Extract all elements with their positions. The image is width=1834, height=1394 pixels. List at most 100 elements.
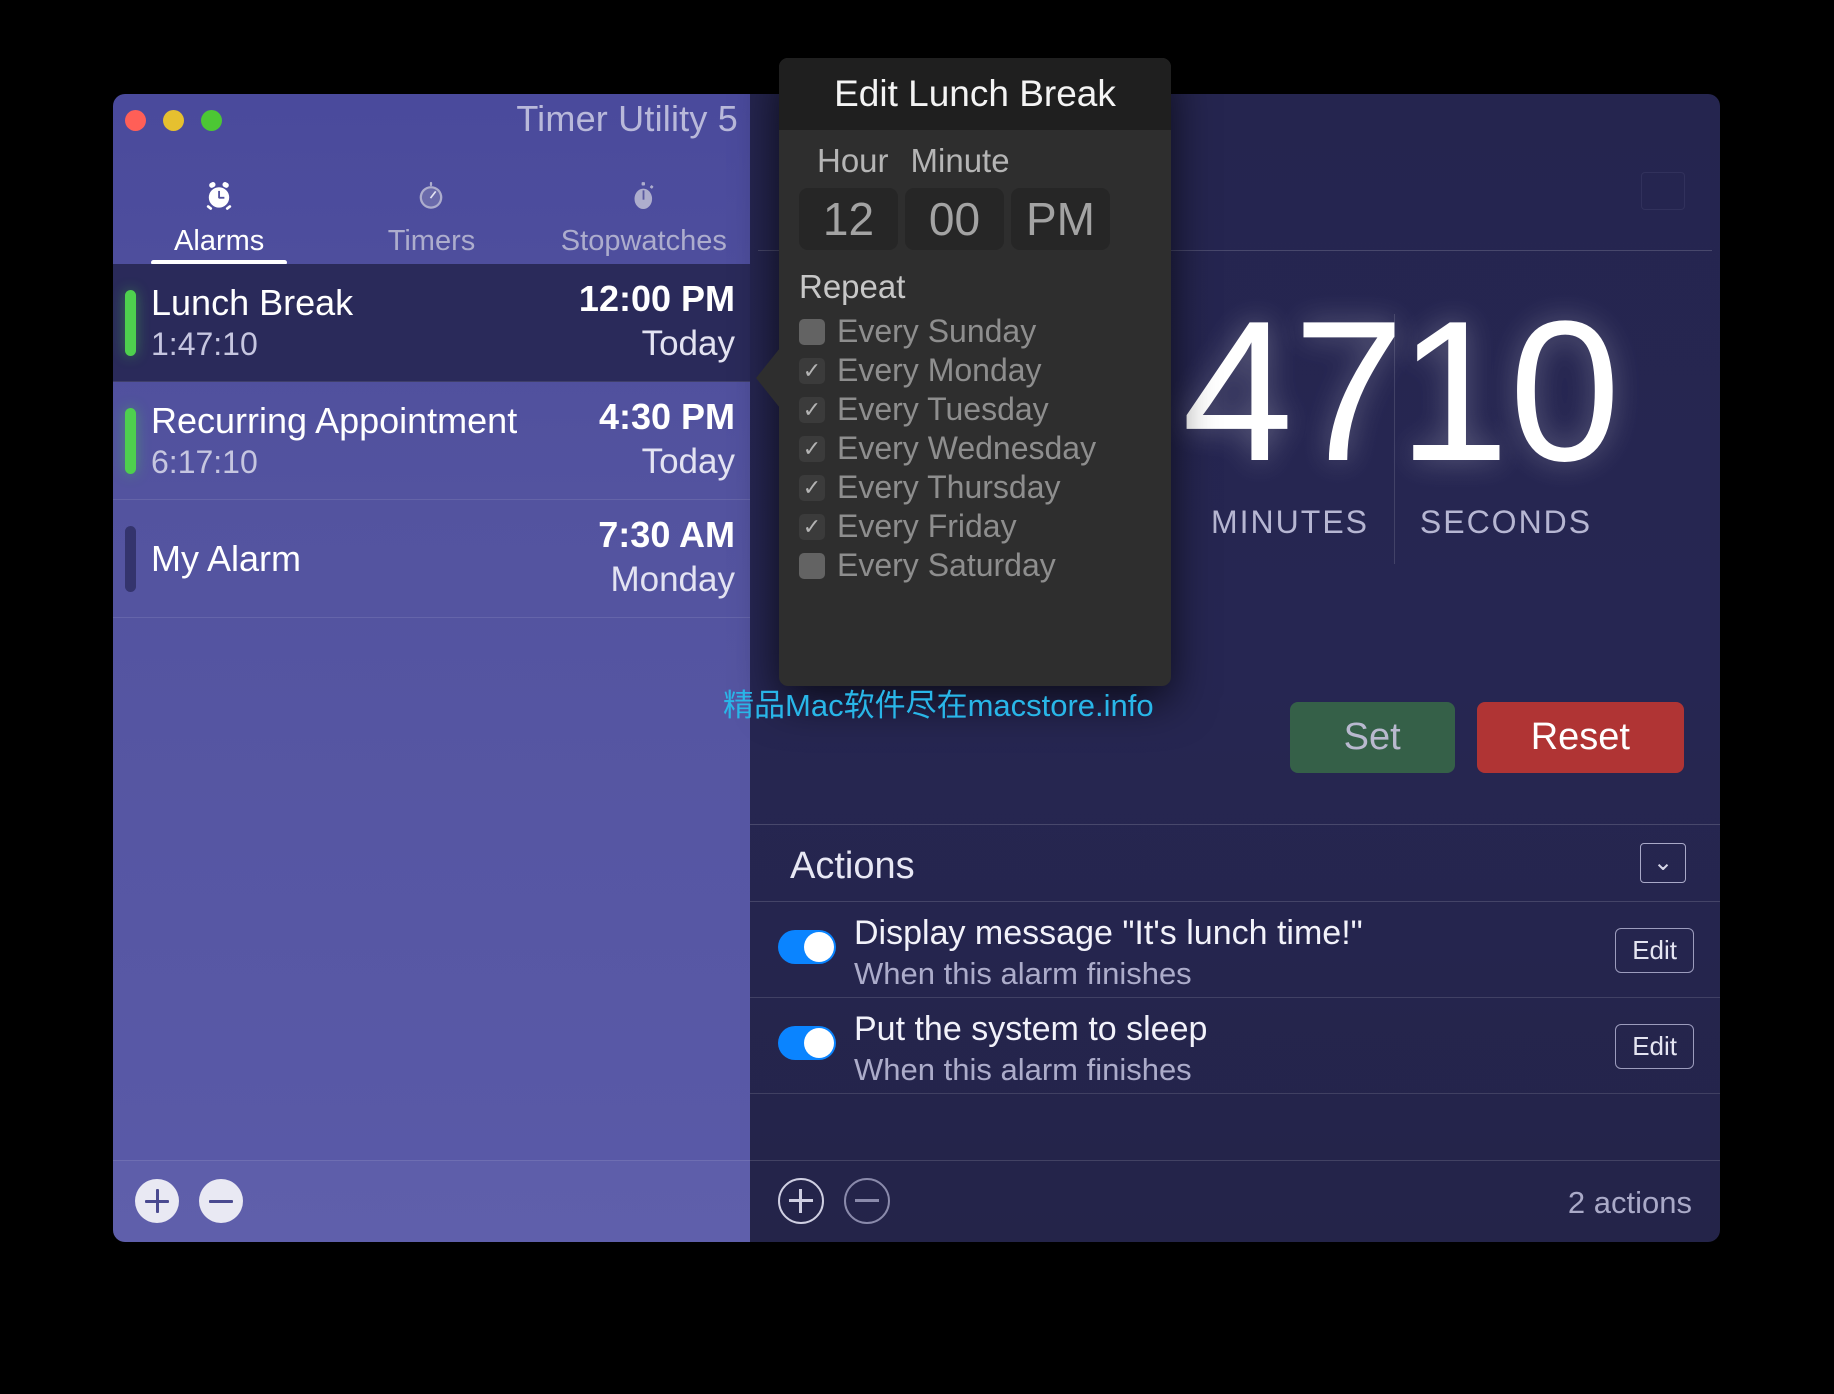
checkbox-checked[interactable]: ✓ [799,513,825,540]
check-icon: ✓ [802,513,822,539]
repeat-day-thursday[interactable]: ✓ Every Thursday [799,468,1151,507]
checkbox-checked[interactable]: ✓ [799,435,825,462]
remove-alarm-button[interactable] [199,1179,243,1223]
toggle-knob [804,932,834,962]
alarm-enabled-indicator[interactable] [125,290,136,356]
edit-action-button[interactable]: Edit [1615,928,1694,973]
alarm-countdown: 1:47:10 [151,326,258,362]
action-row-system-sleep[interactable]: Put the system to sleep When this alarm … [750,998,1720,1094]
action-row-display-message[interactable]: Display message "It's lunch time!" When … [750,902,1720,998]
maximize-window-button[interactable] [201,110,222,131]
repeat-day-sunday[interactable]: Every Sunday [799,312,1151,351]
actions-header: Actions ⌄ [750,824,1720,902]
minimize-window-button[interactable] [163,110,184,131]
checkbox-checked[interactable]: ✓ [799,474,825,501]
action-enable-toggle[interactable] [778,930,836,964]
stopwatch-icon [627,179,661,219]
chevron-down-glyph: ⌄ [1652,849,1674,876]
countdown-minutes-caption: MINUTES [1211,504,1369,540]
alarm-row-lunch-break[interactable]: Lunch Break 1:47:10 12:00 PM Today [113,264,750,382]
minute-input[interactable]: 00 [905,188,1004,250]
time-field-labels: Hour Minute [799,142,1151,180]
repeat-day-tuesday[interactable]: ✓ Every Tuesday [799,390,1151,429]
popover-title: Edit Lunch Break [834,73,1116,114]
edit-action-button[interactable]: Edit [1615,1024,1694,1069]
alarm-day: Today [641,324,735,363]
countdown-collapse-button[interactable] [1641,172,1685,210]
popover-arrow [756,348,780,408]
check-icon: ✓ [802,435,822,461]
edit-alarm-popover: Edit Lunch Break Hour Minute 12 00 PM Re… [756,58,1171,686]
time-fields: 12 00 PM [799,188,1151,250]
tab-alarms-label: Alarms [174,225,265,257]
tab-timers[interactable]: Timers [325,176,537,264]
repeat-day-wednesday[interactable]: ✓ Every Wednesday [799,429,1151,468]
tab-timers-label: Timers [387,225,476,257]
alarms-footer [113,1160,750,1242]
alarm-row-recurring-appointment[interactable]: Recurring Appointment 6:17:10 4:30 PM To… [113,382,750,500]
tab-bar: Alarms Timers Stopwatches [113,176,750,265]
alarm-countdown: 6:17:10 [151,444,258,480]
countdown-minutes-value: 47 [1182,280,1405,503]
tab-stopwatches-label: Stopwatches [560,225,727,257]
tab-stopwatches[interactable]: Stopwatches [538,176,750,264]
action-title: Display message "It's lunch time!" [854,914,1363,952]
popover-header: Edit Lunch Break [779,58,1171,130]
alarm-disabled-indicator[interactable] [125,526,136,592]
alarms-pane: Timer Utility 5 Alarms Timers Stopwatche… [113,94,750,1242]
action-enable-toggle[interactable] [778,1026,836,1060]
alarm-clock-icon [202,179,236,219]
countdown-seconds-value: 10 [1398,280,1621,503]
add-action-button[interactable] [778,1178,824,1224]
repeat-section-label: Repeat [799,268,906,305]
check-icon: ✓ [802,357,822,383]
watermark-text: 精品Mac软件尽在macstore.info [723,688,1154,723]
checkbox-unchecked[interactable] [799,552,825,579]
repeat-day-label: Every Sunday [837,313,1037,349]
minute-label: Minute [910,142,1010,179]
window-title: Timer Utility 5 [516,98,738,139]
actions-footer: 2 actions [750,1160,1720,1242]
check-icon: ✓ [802,474,822,500]
alarm-day: Today [641,442,735,481]
repeat-day-label: Every Saturday [837,547,1056,583]
checkbox-checked[interactable]: ✓ [799,396,825,423]
countdown-seconds-caption: SECONDS [1419,504,1593,540]
reset-button[interactable]: Reset [1476,702,1684,773]
countdown-seconds: 10 SECONDS [1394,280,1621,564]
action-trigger: When this alarm finishes [854,956,1192,991]
action-title: Put the system to sleep [854,1010,1208,1048]
toggle-knob [804,1028,834,1058]
hour-input[interactable]: 12 [799,188,898,250]
action-trigger: When this alarm finishes [854,1052,1192,1087]
checkbox-unchecked[interactable] [799,318,825,345]
timer-icon [414,179,448,219]
window-titlebar: Timer Utility 5 [113,94,750,176]
check-icon: ✓ [802,396,822,422]
repeat-day-label: Every Monday [837,352,1042,388]
alarm-row-my-alarm[interactable]: My Alarm 7:30 AM Monday [113,500,750,618]
repeat-day-label: Every Wednesday [837,430,1097,466]
popover-body: Hour Minute 12 00 PM Repeat Every Sunday… [779,130,1171,585]
checkbox-checked[interactable]: ✓ [799,357,825,384]
tab-alarms[interactable]: Alarms [113,176,325,265]
repeat-day-list: Every Sunday ✓ Every Monday ✓ Every Tues… [799,312,1151,585]
alarm-name: My Alarm [151,538,302,579]
meridiem-input[interactable]: PM [1011,188,1110,250]
alarm-time: 7:30 AM [598,514,735,555]
repeat-day-saturday[interactable]: Every Saturday [799,546,1151,585]
set-button[interactable]: Set [1289,702,1455,773]
alarm-time: 4:30 PM [598,396,735,437]
add-alarm-button[interactable] [135,1179,179,1223]
alarm-enabled-indicator[interactable] [125,408,136,474]
remove-action-button[interactable] [844,1178,890,1224]
chevron-down-icon[interactable]: ⌄ [1640,843,1686,883]
alarm-name: Lunch Break [151,282,354,323]
repeat-day-friday[interactable]: ✓ Every Friday [799,507,1151,546]
close-window-button[interactable] [125,110,146,131]
alarm-day: Monday [610,560,735,599]
repeat-day-label: Every Thursday [837,469,1061,505]
screen: Timer Utility 5 Alarms Timers Stopwatche… [0,0,1834,1394]
countdown-minutes: 47 MINUTES [1182,280,1405,541]
repeat-day-monday[interactable]: ✓ Every Monday [799,351,1151,390]
